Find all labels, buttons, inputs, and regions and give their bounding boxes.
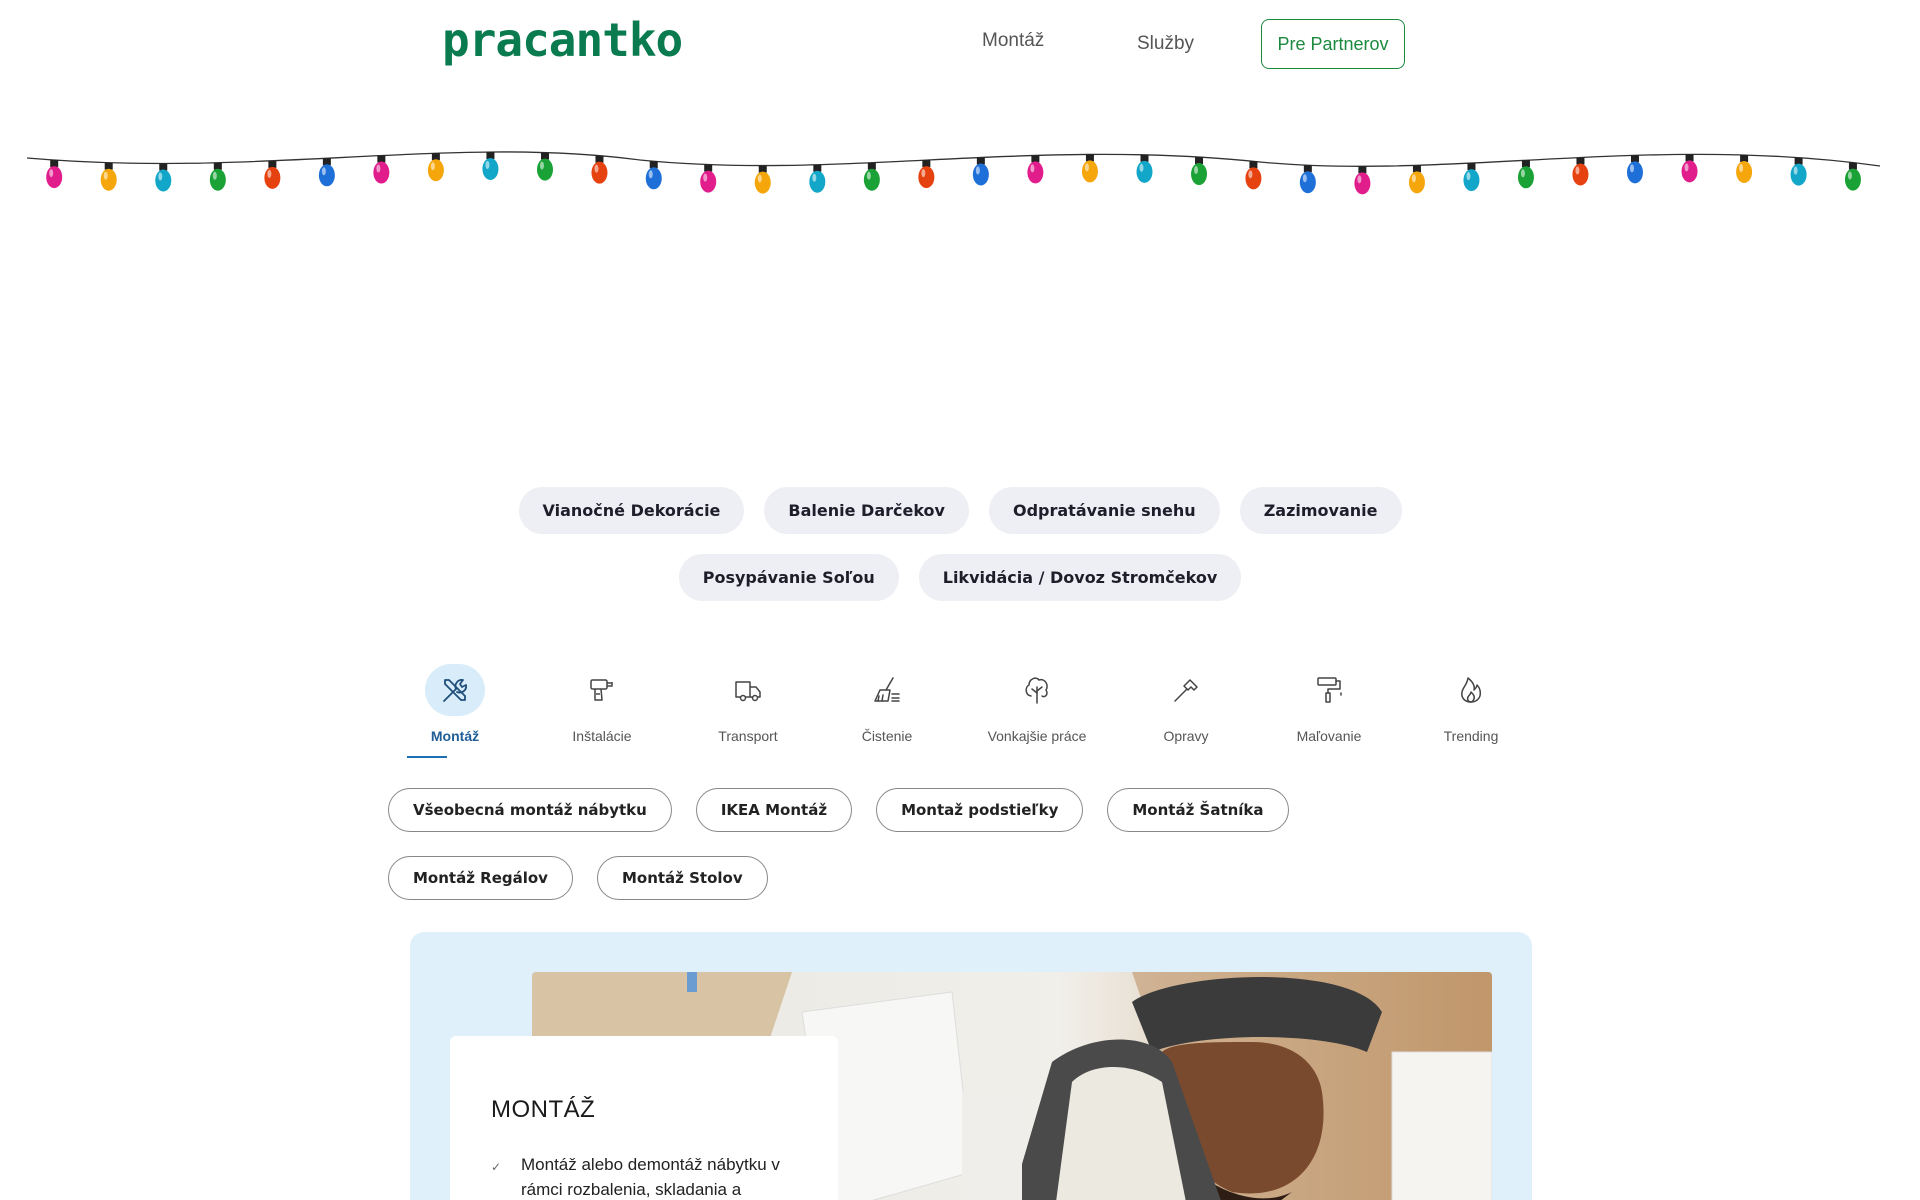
light-bulb: [1736, 154, 1753, 183]
light-bulb: [209, 162, 226, 191]
season-chip-vianocne-dekoracie[interactable]: Vianočné Dekorácie: [518, 487, 745, 534]
light-bulb: [46, 160, 63, 189]
tab-label: Opravy: [1163, 728, 1209, 744]
tab-label: Inštalácie: [572, 728, 632, 744]
light-bulb: [1517, 160, 1534, 189]
light-bulb: [1844, 162, 1861, 191]
light-bulb: [1354, 166, 1371, 195]
seasonal-services: Vianočné Dekorácie Balenie Darčekov Odpr…: [400, 487, 1520, 601]
season-chip-posypavanie-solou[interactable]: Posypávanie Soľou: [678, 554, 899, 601]
tab-montaz[interactable]: Montáž: [385, 660, 525, 765]
tab-vonkajsie-prace[interactable]: Vonkajšie práce: [967, 660, 1107, 765]
light-bulb: [1136, 154, 1153, 183]
light-bulb: [1681, 154, 1698, 183]
logo[interactable]: pracantko: [442, 14, 683, 66]
list-item-text: Montáž alebo demontáž nábytku v rámci ro…: [521, 1155, 780, 1199]
light-bulb: [427, 153, 444, 182]
christmas-lights-decoration: [26, 151, 1881, 195]
tab-instalacie[interactable]: Inštalácie: [532, 660, 672, 765]
light-bulb: [700, 164, 717, 193]
light-bulb: [863, 162, 880, 191]
sub-chip-montaz-satnika[interactable]: Montáž Šatníka: [1107, 788, 1289, 832]
site-header: pracantko Montáž Služby Pre Partnerov: [0, 0, 1920, 90]
tab-label: Maľovanie: [1296, 728, 1362, 744]
tab-opravy[interactable]: Opravy: [1116, 660, 1256, 765]
light-bulb: [100, 162, 117, 191]
paint-roller-icon: [1299, 664, 1359, 716]
light-bulb: [482, 151, 499, 180]
light-bulb: [972, 157, 989, 186]
light-bulb: [1191, 157, 1208, 186]
list-item: ✓ Montáž alebo demontáž nábytku v rámci …: [491, 1152, 798, 1200]
tab-label: Transport: [718, 728, 778, 744]
check-icon: ✓: [491, 1160, 502, 1174]
sub-chip-montaz-stolov[interactable]: Montáž Stolov: [596, 856, 768, 900]
feature-section: MONTÁŽ ✓ Montáž alebo demontáž nábytku v…: [410, 932, 1532, 1200]
tab-transport[interactable]: Transport: [678, 660, 818, 765]
light-bulb: [754, 165, 771, 194]
tab-label: Vonkajšie práce: [987, 728, 1087, 744]
tab-label: Čistenie: [861, 728, 913, 744]
category-tabs: Montáž Inštalácie Transport Čistenie Von…: [385, 660, 1505, 765]
info-card: MONTÁŽ ✓ Montáž alebo demontáž nábytku v…: [450, 1036, 838, 1200]
drill-icon: [572, 664, 632, 716]
light-bulb: [155, 163, 172, 192]
nav-link-montaz[interactable]: Montáž: [982, 30, 1044, 52]
light-bulb: [1081, 154, 1098, 183]
light-bulb: [1299, 165, 1316, 194]
light-bulb: [591, 155, 608, 184]
sub-chip-ikea-montaz[interactable]: IKEA Montáž: [695, 788, 853, 832]
tab-malovanie[interactable]: Maľovanie: [1259, 660, 1399, 765]
light-bulb: [318, 158, 335, 187]
light-bulb: [1626, 155, 1643, 184]
season-chip-likvidacia-stromcekov[interactable]: Likvidácia / Dovoz Stromčekov: [918, 554, 1242, 601]
light-bulb: [536, 152, 553, 181]
tools-icon: [425, 664, 485, 716]
sub-chip-montaz-regalov[interactable]: Montáž Regálov: [388, 856, 573, 900]
partner-button[interactable]: Pre Partnerov: [1261, 19, 1405, 69]
truck-icon: [718, 664, 778, 716]
tree-icon: [1007, 664, 1067, 716]
sub-chip-vseobecna-montaz[interactable]: Všeobecná montáž nábytku: [388, 788, 672, 832]
flame-icon: [1441, 664, 1501, 716]
light-bulb: [645, 161, 662, 190]
tab-label: Trending: [1443, 728, 1499, 744]
light-bulb: [918, 160, 935, 189]
tab-trending[interactable]: Trending: [1401, 660, 1541, 765]
light-bulb: [264, 160, 281, 189]
light-bulb: [373, 155, 390, 184]
light-bulb: [1572, 157, 1589, 186]
season-chip-balenie-darcekov[interactable]: Balenie Darčekov: [764, 487, 969, 534]
light-bulb: [1463, 163, 1480, 192]
nav-link-sluzby[interactable]: Služby: [1137, 33, 1194, 55]
light-bulb: [1408, 165, 1425, 194]
subcategory-chips: Všeobecná montáž nábytku IKEA Montáž Mon…: [388, 788, 1428, 900]
hammer-icon: [1156, 664, 1216, 716]
feature-list: ✓ Montáž alebo demontáž nábytku v rámci …: [491, 1152, 798, 1200]
broom-icon: [857, 664, 917, 716]
light-bulb: [809, 164, 826, 193]
tab-cistenie[interactable]: Čistenie: [817, 660, 957, 765]
light-bulb: [1245, 161, 1262, 190]
light-bulb: [1027, 155, 1044, 184]
active-tab-underline: [407, 756, 447, 758]
light-bulb: [1790, 157, 1807, 186]
season-chip-odpratavanie-snehu[interactable]: Odpratávanie snehu: [988, 487, 1220, 534]
season-chip-zazimovanie[interactable]: Zazimovanie: [1239, 487, 1402, 534]
sub-chip-montaz-podstielky[interactable]: Montaž podstieľky: [876, 788, 1084, 832]
tab-label: Montáž: [430, 728, 480, 744]
feature-title: MONTÁŽ: [491, 1096, 596, 1123]
